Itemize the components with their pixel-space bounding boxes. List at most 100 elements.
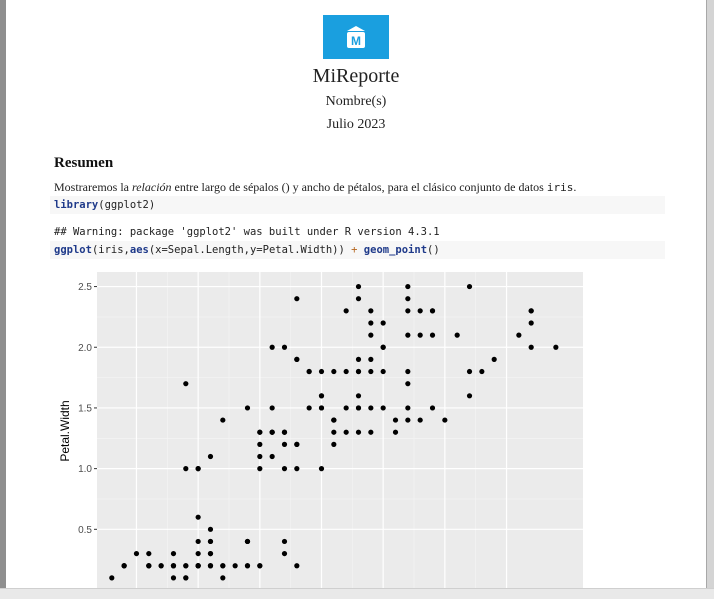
data-point — [355, 368, 362, 375]
section-heading: Resumen — [54, 155, 114, 171]
data-point — [392, 429, 399, 435]
y-tick-label: 1.5 — [78, 403, 92, 414]
data-point — [294, 563, 300, 569]
data-point — [368, 356, 374, 362]
data-point — [269, 405, 275, 411]
data-point — [355, 429, 362, 435]
data-point — [183, 575, 189, 581]
data-point — [146, 550, 152, 557]
data-point — [417, 308, 423, 314]
code-chunk-ggplot: ggplot(iris,aes(x=Sepal.Length,y=Petal.W… — [50, 241, 665, 259]
y-tick-label: 0.5 — [78, 525, 92, 536]
data-point — [368, 320, 374, 326]
window-bottom-bar — [0, 588, 714, 599]
data-point — [466, 368, 473, 375]
data-point — [294, 441, 300, 447]
data-point — [195, 466, 201, 472]
data-point — [257, 441, 263, 447]
data-point — [281, 344, 288, 350]
data-point — [294, 356, 300, 362]
data-point — [343, 429, 349, 435]
data-point — [405, 332, 411, 338]
data-point — [417, 332, 423, 338]
data-point — [368, 368, 374, 375]
data-point — [331, 368, 337, 375]
report-page: M MiReporte Nombre(s) Julio 2023 Resumen… — [6, 0, 706, 598]
data-point — [170, 563, 177, 569]
data-point — [331, 417, 337, 423]
data-point — [294, 296, 300, 302]
data-point — [355, 283, 362, 290]
data-point — [380, 405, 386, 411]
data-point — [244, 538, 251, 545]
data-point — [466, 393, 473, 399]
data-point — [306, 368, 312, 375]
data-point — [318, 368, 325, 375]
y-tick-label: 2.0 — [78, 343, 92, 354]
data-point — [466, 283, 473, 290]
inline-code: iris — [546, 181, 574, 194]
data-point — [368, 405, 374, 411]
data-point — [207, 550, 214, 557]
data-point — [281, 538, 288, 545]
data-point — [257, 563, 263, 569]
data-point — [442, 417, 448, 423]
window-right-border — [706, 0, 707, 598]
data-point — [183, 381, 189, 387]
data-point — [516, 332, 522, 338]
data-point — [257, 466, 263, 472]
data-point — [170, 575, 177, 581]
data-point — [355, 296, 362, 302]
data-point — [405, 368, 411, 375]
data-point — [429, 405, 436, 411]
data-point — [281, 550, 288, 557]
window-right-edge — [706, 0, 714, 598]
data-point — [318, 466, 325, 472]
data-point — [343, 308, 349, 314]
data-point — [183, 563, 189, 569]
data-point — [195, 550, 201, 557]
data-point — [405, 296, 411, 302]
data-point — [318, 393, 325, 399]
report-title: MiReporte — [312, 65, 400, 87]
y-tick-label: 2.5 — [78, 282, 92, 293]
data-point — [158, 563, 164, 569]
report-author: Nombre(s) — [325, 94, 387, 109]
data-point — [429, 308, 436, 314]
data-point — [281, 441, 288, 447]
data-point — [207, 563, 214, 569]
data-point — [195, 514, 201, 520]
data-point — [380, 344, 386, 350]
data-point — [306, 405, 312, 411]
data-point — [491, 356, 497, 362]
data-point — [109, 575, 115, 581]
data-point — [244, 405, 251, 411]
data-point — [528, 308, 534, 314]
code-chunk-library: library(ggplot2) — [50, 196, 665, 214]
data-point — [479, 368, 485, 375]
warning-output: ## Warning: package 'ggplot2' was built … — [54, 226, 440, 238]
data-point — [405, 381, 411, 387]
data-point — [355, 356, 362, 362]
data-point — [170, 550, 177, 557]
data-point — [269, 429, 275, 435]
data-point — [195, 538, 201, 545]
data-point — [133, 550, 140, 557]
data-point — [368, 308, 374, 314]
data-point — [553, 344, 559, 350]
svg-text:M: M — [351, 34, 361, 48]
data-point — [405, 417, 411, 423]
data-point — [331, 429, 337, 435]
data-point — [207, 453, 214, 460]
scatter-plot: 0.5 1.0 1.5 2.0 2.5 Petal.Width — [58, 272, 583, 590]
data-point — [417, 417, 423, 423]
data-point — [207, 526, 214, 532]
data-point — [380, 368, 386, 375]
data-point — [220, 563, 226, 569]
data-point — [368, 429, 374, 435]
data-point — [281, 429, 288, 435]
data-point — [257, 453, 263, 460]
data-point — [269, 453, 275, 460]
summary-paragraph: Mostraremos la relación entre largo de s… — [54, 180, 577, 194]
data-point — [454, 332, 460, 338]
